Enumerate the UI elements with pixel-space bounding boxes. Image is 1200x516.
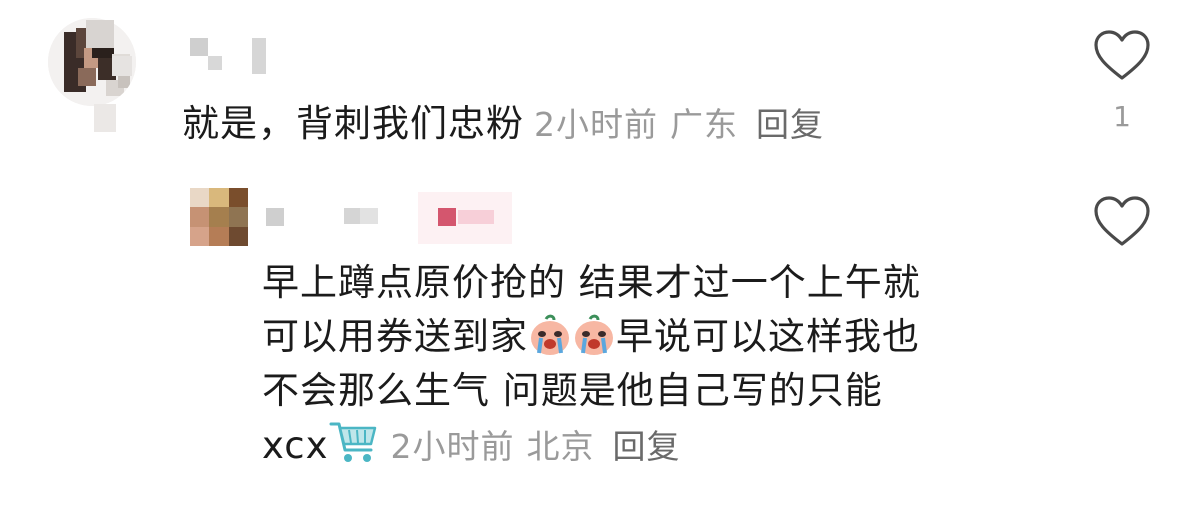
reply-button[interactable]: 回复 — [756, 105, 824, 144]
heart-icon — [1094, 196, 1150, 246]
reply-line: 可以用券送到家 早说可以这样我也 — [262, 310, 1042, 364]
reply-time: 2小时前 — [390, 427, 515, 466]
reply-body: 早上蹲点原价抢的 结果才过一个上午就 可以用券送到家 早说可以这样我也 不会那么… — [262, 256, 1042, 474]
reply-location: 北京 — [526, 427, 595, 466]
author-badge-blurred — [418, 192, 512, 244]
avatar-mosaic — [94, 104, 116, 132]
like-button[interactable] — [1092, 30, 1152, 86]
reply-text-segment: 早说可以这样我也 — [616, 315, 920, 358]
reply-text-segment: xcx — [262, 424, 329, 467]
reply-text-segment: 可以用券送到家 — [262, 315, 528, 358]
heart-icon — [1094, 30, 1150, 80]
reply-line: 早上蹲点原价抢的 结果才过一个上午就 — [262, 261, 921, 304]
comment-text: 就是，背刺我们忠粉 — [182, 102, 524, 145]
reply-meta-line: xcx 2小时前 北京 回复 — [262, 418, 1042, 474]
comment-body: 就是，背刺我们忠粉 2小时前 广东 回复 — [182, 102, 824, 147]
username-blurred[interactable] — [190, 38, 266, 74]
reply-button[interactable]: 回复 — [613, 427, 681, 466]
crying-face-emoji — [575, 314, 613, 355]
reply-username-blurred[interactable] — [266, 208, 378, 226]
like-count: 1 — [1113, 100, 1131, 133]
crying-face-emoji — [531, 314, 569, 355]
shopping-cart-icon — [329, 422, 376, 462]
reply-avatar[interactable] — [190, 188, 248, 246]
reply-line: 不会那么生气 问题是他自己写的只能 — [262, 369, 883, 412]
comment-time: 2小时前 — [534, 105, 658, 144]
reply-like-button[interactable] — [1092, 196, 1152, 252]
avatar-mosaic — [86, 20, 114, 48]
avatar-mosaic — [112, 56, 132, 76]
comment-location: 广东 — [670, 105, 738, 144]
